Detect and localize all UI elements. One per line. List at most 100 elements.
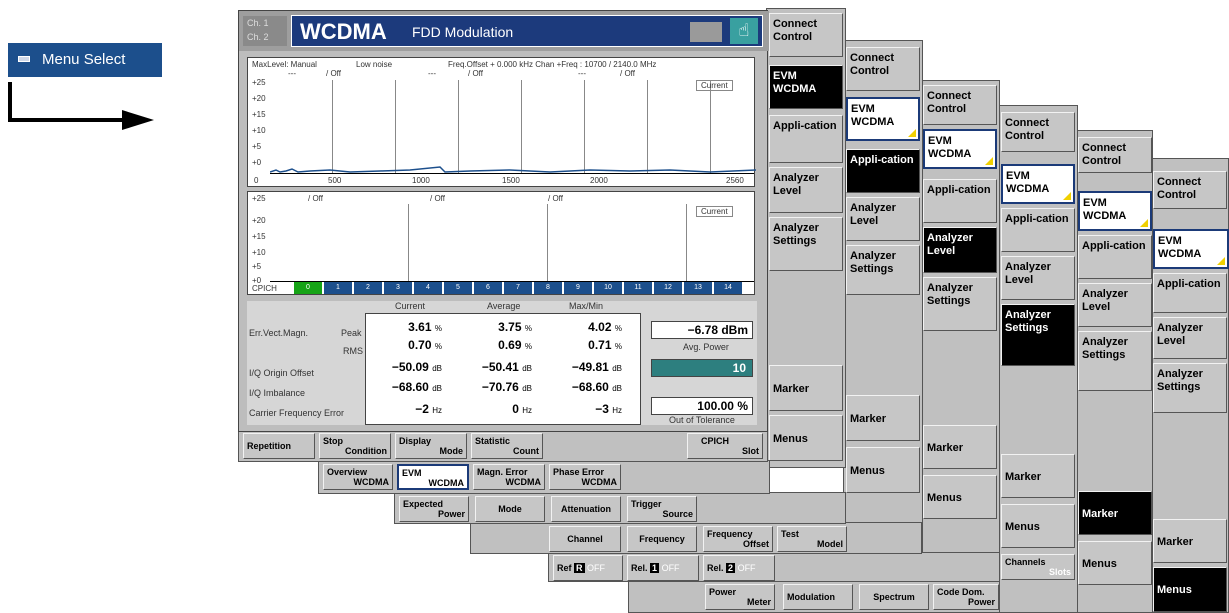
softkey-analyzer-settings[interactable]: Analyzer Settings [846,245,920,295]
button-cpich-slot[interactable]: CPICH Slot [687,433,763,459]
softkey-connect-control[interactable]: Connect Control [846,47,920,91]
button-statistic-count[interactable]: Statistic Count [471,433,543,459]
button-bar-4: Channel Frequency Frequency Offset Test Mo… [470,522,922,554]
softkey-analyzer-level[interactable]: Analyzer Level [923,227,997,273]
button-display-mode[interactable]: Display Mode [395,433,467,459]
softkey-panel-6: Connect Control EVM WCDMA Appli-cation A… [1150,158,1229,613]
results-values: 3.61 % 3.75 % 4.02 % 0.70 % 0.69 % 0.71 … [365,313,641,425]
button-rel-2[interactable]: Rel. 2 OFF [703,555,775,581]
softkey-evm-wcdma[interactable]: EVM WCDMA [1153,229,1229,269]
softkey-menus[interactable]: Menus [1078,541,1152,585]
button-frequency-offset[interactable]: Frequency Offset [703,526,773,552]
tolerance-label: Out of Tolerance [669,415,735,425]
button-ref[interactable]: Ref R OFF [553,555,623,581]
button-bar-6: Power Meter Modulation Spectrum Code Dom.… [628,580,1000,613]
page-subtitle: FDD Modulation [412,24,514,40]
button-attenuation[interactable]: Attenuation [551,496,621,522]
softkey-analyzer-settings[interactable]: Analyzer Settings [769,217,843,271]
cpich-slot[interactable]: 1 [324,282,352,294]
cpich-slot[interactable]: 14 [714,282,742,294]
cpich-slot[interactable]: 13 [684,282,712,294]
title-banner: WCDMA FDD Modulation ☝ [291,15,763,47]
softkey-menus[interactable]: Menus [923,475,997,519]
softkey-analyzer-level[interactable]: Analyzer Level [1078,283,1152,327]
button-power-meter[interactable]: Power Meter [705,584,775,610]
softkey-marker[interactable]: Marker [769,365,843,411]
button-rel-1[interactable]: Rel. 1 OFF [627,555,699,581]
softkey-marker[interactable]: Marker [1078,491,1152,535]
softkey-analyzer-level[interactable]: Analyzer Level [1001,256,1075,300]
softkey-connect-control[interactable]: Connect Control [1078,137,1152,173]
cpich-slot[interactable]: 6 [474,282,502,294]
softkey-evm-wcdma[interactable]: EVM WCDMA [1001,164,1075,204]
button-overview-wcdma[interactable]: Overview WCDMA [323,464,393,490]
softkey-marker[interactable]: Marker [923,425,997,469]
button-magn-error-wcdma[interactable]: Magn. Error WCDMA [473,464,545,490]
cpich-slot[interactable]: 10 [594,282,622,294]
cpich-slot[interactable]: 8 [534,282,562,294]
softkey-analyzer-settings[interactable]: Analyzer Settings [1001,304,1075,366]
softkey-analyzer-level[interactable]: Analyzer Level [846,197,920,241]
hand-icon[interactable]: ☝ [730,18,758,44]
softkey-menus[interactable]: Menus [1001,504,1075,548]
softkey-analyzer-level[interactable]: Analyzer Level [1153,317,1227,359]
tolerance-value: 100.00 % [651,397,753,415]
softkey-analyzer-settings[interactable]: Analyzer Settings [923,277,997,331]
softkey-application[interactable]: Appli-cation [1001,208,1075,252]
button-channels-slots[interactable]: Channels Slots [1001,554,1075,580]
results-table: Current Average Max/Min Err.Vect.Magn. P… [247,301,757,425]
softkey-connect-control[interactable]: Connect Control [1153,171,1227,209]
button-modulation[interactable]: Modulation [783,584,853,610]
softkey-menus[interactable]: Menus [1153,567,1227,612]
softkey-evm-wcdma[interactable]: EVM WCDMA [1078,191,1152,231]
button-repetition[interactable]: Repetition [243,433,315,459]
cpich-slot[interactable]: 3 [384,282,412,294]
softkey-analyzer-settings[interactable]: Analyzer Settings [1153,363,1227,413]
softkey-analyzer-settings[interactable]: Analyzer Settings [1078,331,1152,391]
cpich-slot[interactable]: 12 [654,282,682,294]
softkey-connect-control[interactable]: Connect Control [769,13,843,57]
cpich-slot-bar: 0 1 2 3 4 5 6 7 8 9 10 11 12 13 14 [294,282,742,294]
cpich-slot[interactable]: 11 [624,282,652,294]
menu-icon [18,56,30,62]
softkey-application[interactable]: Appli-cation [923,179,997,223]
button-expected-power[interactable]: Expected Power [399,496,469,522]
avg-power-label: Avg. Power [683,342,729,352]
instrument-screen: Ch. 1 Ch. 2 WCDMA FDD Modulation ☝ MaxLev… [238,10,769,432]
softkey-application[interactable]: Appli-cation [1153,273,1227,313]
cpich-slot[interactable]: 5 [444,282,472,294]
cpich-slot[interactable]: 9 [564,282,592,294]
softkey-application[interactable]: Appli-cation [769,115,843,163]
softkey-connect-control[interactable]: Connect Control [1001,112,1075,152]
cpich-slot[interactable]: 7 [504,282,532,294]
button-phase-error-wcdma[interactable]: Phase Error WCDMA [549,464,621,490]
cpich-slot[interactable]: 0 [294,282,322,294]
softkey-panel-4: Connect Control EVM WCDMA Appli-cation A… [998,105,1078,613]
softkey-application[interactable]: Appli-cation [1078,235,1152,279]
arrow-icon [8,82,154,130]
button-evm-wcdma[interactable]: EVM WCDMA [397,464,469,490]
softkey-analyzer-level[interactable]: Analyzer Level [769,167,843,213]
softkey-marker[interactable]: Marker [1001,454,1075,498]
softkey-menus[interactable]: Menus [846,447,920,493]
channel-selector[interactable]: Ch. 1 Ch. 2 [243,16,287,46]
button-spectrum[interactable]: Spectrum [859,584,929,610]
button-frequency[interactable]: Frequency [627,526,697,552]
softkey-marker[interactable]: Marker [1153,519,1227,563]
softkey-connect-control[interactable]: Connect Control [923,85,997,125]
button-test-model[interactable]: Test Model [777,526,847,552]
button-trigger-source[interactable]: Trigger Source [627,496,697,522]
softkey-evm-wcdma[interactable]: EVM WCDMA [923,129,997,169]
cpich-slot[interactable]: 4 [414,282,442,294]
button-mode[interactable]: Mode [475,496,545,522]
cpich-slot[interactable]: 2 [354,282,382,294]
softkey-marker[interactable]: Marker [846,395,920,441]
softkey-evm-wcdma[interactable]: EVM WCDMA [769,65,843,109]
softkey-evm-wcdma[interactable]: EVM WCDMA [846,97,920,141]
softkey-menus[interactable]: Menus [769,415,843,461]
button-stop-condition[interactable]: Stop Condition [319,433,391,459]
button-code-dom-power[interactable]: Code Dom. Power [933,584,999,610]
button-channel[interactable]: Channel [549,526,621,552]
softkey-application[interactable]: Appli-cation [846,149,920,193]
softkey-panel-3: Connect Control EVM WCDMA Appli-cation A… [920,80,1000,613]
